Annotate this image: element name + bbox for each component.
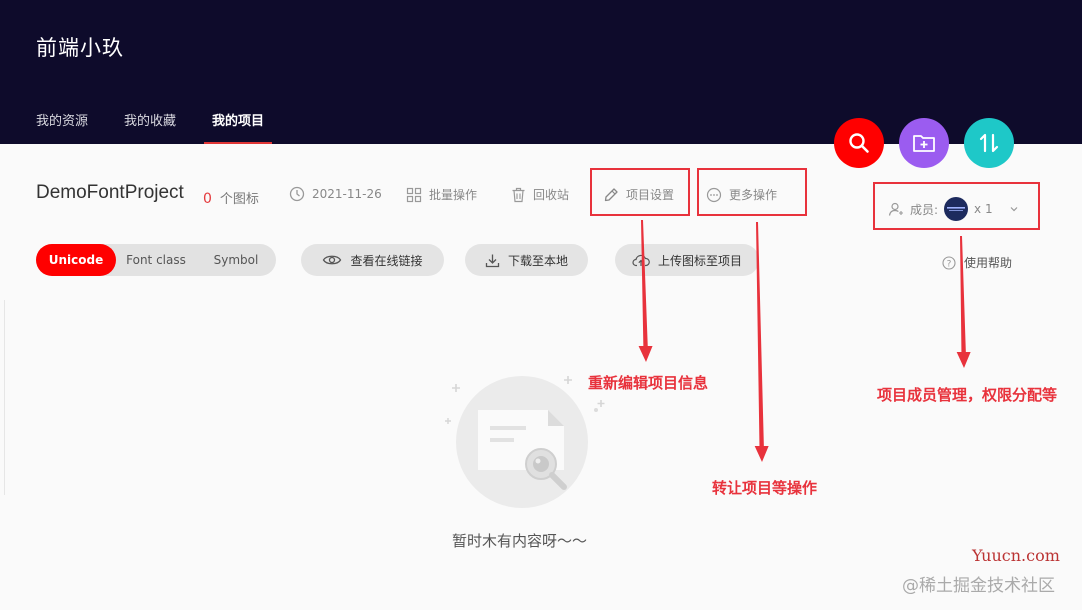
divider-line — [4, 300, 5, 495]
main-nav: 我的资源 我的收藏 我的项目 — [36, 110, 273, 144]
project-name: DemoFontProject — [36, 182, 184, 203]
icon-count: 0 个图标 — [203, 188, 259, 207]
search-icon — [849, 133, 869, 153]
folder-add-icon — [913, 135, 935, 152]
empty-state-illustration — [445, 376, 605, 508]
eye-icon — [323, 255, 342, 265]
trash-icon — [512, 187, 525, 202]
help-label: 使用帮助 — [964, 256, 1013, 270]
site-title: 前端小玖 — [36, 36, 124, 60]
tab-my-favorites[interactable]: 我的收藏 — [124, 110, 176, 144]
sort-button[interactable] — [964, 118, 1014, 168]
project-date-text: 2021-11-26 — [312, 187, 382, 201]
download-label: 下载至本地 — [507, 253, 568, 268]
watermark-site: Yuucn.com — [972, 546, 1060, 565]
help-link[interactable]: ? 使用帮助 — [942, 254, 1012, 271]
tab-font-class[interactable]: Font class — [116, 244, 196, 276]
upload-icons-label: 上传图标至项目 — [657, 253, 742, 268]
annotation-members: 项目成员管理，权限分配等 — [877, 386, 1058, 404]
highlight-more — [697, 168, 807, 216]
arrow-settings — [638, 220, 653, 362]
view-online-link-label: 查看在线链接 — [350, 253, 423, 268]
svg-text:?: ? — [947, 259, 952, 269]
search-button[interactable] — [834, 118, 884, 168]
sort-icon — [979, 133, 999, 153]
project-date: 2021-11-26 — [289, 186, 382, 202]
view-online-link-button[interactable]: 查看在线链接 — [301, 244, 444, 276]
cloud-upload-icon — [632, 254, 650, 267]
highlight-members — [873, 182, 1040, 230]
tab-unicode[interactable]: Unicode — [36, 244, 116, 276]
format-switch: Unicode Font class Symbol — [36, 244, 276, 276]
clock-icon — [289, 186, 305, 202]
recycle-bin-button[interactable]: 回收站 — [511, 186, 569, 203]
highlight-settings — [590, 168, 690, 216]
tab-my-resources[interactable]: 我的资源 — [36, 110, 88, 144]
batch-operation-label: 批量操作 — [429, 188, 478, 202]
icon-count-value: 0 — [203, 191, 212, 207]
tab-my-projects[interactable]: 我的项目 — [204, 110, 273, 144]
download-button[interactable]: 下载至本地 — [465, 244, 588, 276]
empty-state-text: 暂时木有内容呀～～ — [452, 532, 588, 550]
download-icon — [485, 254, 500, 267]
recycle-bin-label: 回收站 — [533, 188, 570, 202]
icon-count-label: 个图标 — [219, 192, 259, 207]
upload-icons-button[interactable]: 上传图标至项目 — [615, 244, 759, 276]
watermark-community: @稀土掘金技术社区 — [902, 576, 1055, 596]
annotation-more: 转让项目等操作 — [712, 479, 818, 497]
add-folder-button[interactable] — [899, 118, 949, 168]
help-icon: ? — [942, 255, 956, 270]
batch-icon — [406, 187, 422, 202]
batch-operation-button[interactable]: 批量操作 — [406, 186, 477, 203]
tab-symbol[interactable]: Symbol — [196, 244, 276, 276]
